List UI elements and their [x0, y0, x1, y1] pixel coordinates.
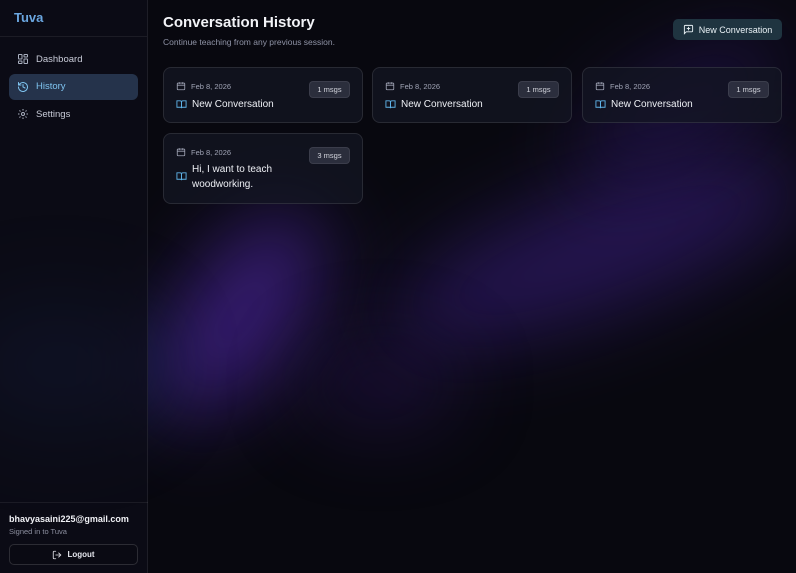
- signed-in-status: Signed in to Tuva: [9, 527, 67, 536]
- conversation-title: New Conversation: [595, 97, 767, 112]
- sidebar-item-history[interactable]: History: [9, 73, 138, 100]
- logout-icon: [53, 550, 62, 559]
- chat-plus-icon: [683, 24, 693, 35]
- account-panel: bhavyasaini225@gmail.com Signed in to Tu…: [0, 502, 148, 573]
- user-email: bhavyasaini225@gmail.com: [9, 514, 129, 524]
- calendar-icon: [176, 148, 186, 157]
- sidebar-item-label: Settings: [36, 108, 71, 120]
- conversation-title: New Conversation: [385, 97, 557, 112]
- logout-button[interactable]: Logout: [9, 544, 138, 565]
- dashboard-icon: [17, 53, 29, 65]
- calendar-icon: [385, 82, 395, 91]
- sidebar: Tuva Dashboard History Settings bhavyasa…: [0, 0, 148, 573]
- page-subtitle: Continue teaching from any previous sess…: [163, 37, 335, 47]
- book-icon: [595, 100, 606, 109]
- gear-icon: [17, 108, 29, 120]
- sidebar-item-dashboard[interactable]: Dashboard: [9, 46, 138, 72]
- conversation-card[interactable]: Feb 8, 2026 3 msgs Hi, I want to teach w…: [163, 133, 363, 204]
- calendar-icon: [176, 82, 186, 91]
- logout-label: Logout: [67, 550, 95, 559]
- sidebar-item-label: Dashboard: [36, 53, 83, 65]
- book-icon: [176, 100, 187, 109]
- new-conversation-button[interactable]: New Conversation: [673, 19, 782, 40]
- conversation-date: Feb 8, 2026: [176, 147, 231, 157]
- conversation-date: Feb 8, 2026: [176, 81, 231, 91]
- message-count-badge: 1 msgs: [309, 81, 350, 98]
- main-content: Conversation History Continue teaching f…: [148, 0, 796, 573]
- book-icon: [176, 172, 187, 181]
- conversation-date: Feb 8, 2026: [385, 81, 440, 91]
- app-logo[interactable]: Tuva: [0, 0, 147, 37]
- sidebar-item-settings[interactable]: Settings: [9, 101, 138, 127]
- message-count-badge: 1 msgs: [728, 81, 769, 98]
- message-count-badge: 1 msgs: [518, 81, 559, 98]
- calendar-icon: [595, 82, 605, 91]
- page-title: Conversation History: [163, 14, 315, 31]
- conversation-title: Hi, I want to teach woodworking.: [176, 162, 302, 192]
- conversation-title: New Conversation: [176, 97, 348, 112]
- sidebar-item-label: History: [36, 81, 66, 92]
- book-icon: [385, 100, 396, 109]
- message-count-badge: 3 msgs: [309, 147, 350, 164]
- conversation-card[interactable]: Feb 8, 2026 1 msgs New Conversation: [372, 67, 572, 123]
- history-icon: [17, 81, 29, 93]
- conversation-date: Feb 8, 2026: [595, 81, 650, 91]
- conversation-card[interactable]: Feb 8, 2026 1 msgs New Conversation: [163, 67, 363, 123]
- sidebar-nav: Dashboard History Settings: [0, 37, 147, 127]
- conversation-card[interactable]: Feb 8, 2026 1 msgs New Conversation: [582, 67, 782, 123]
- new-conversation-label: New Conversation: [698, 24, 773, 35]
